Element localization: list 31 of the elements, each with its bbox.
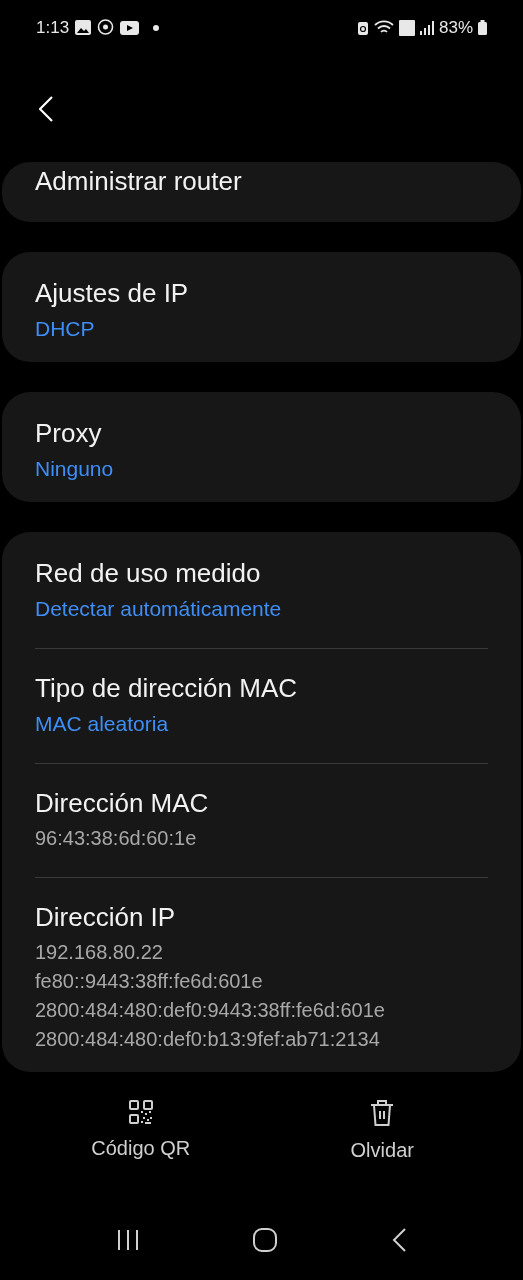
setting-value: Detectar automáticamente (35, 596, 283, 622)
video-notification-icon (120, 20, 140, 35)
gallery-notification-icon (75, 20, 92, 35)
setting-title[interactable]: Administrar router (35, 164, 488, 198)
action-button[interactable]: Olvidar (302, 1099, 463, 1165)
action-button[interactable]: Código QR (60, 1099, 221, 1165)
clock-time: 1:13 (36, 16, 70, 39)
setting-title[interactable]: Proxy (35, 416, 488, 450)
setting-value: Ninguno (35, 456, 115, 482)
signal-icon (419, 20, 434, 35)
setting-value: DHCP (35, 316, 96, 342)
setting-title[interactable]: Tipo de dirección MAC (35, 671, 488, 705)
setting-title[interactable]: Ajustes de IP (35, 276, 488, 310)
setting-value: 2800:484:480:def0:9443:38ff:fe6d:601e (35, 998, 386, 1023)
setting-value: 2800:484:480:def0:b13:9fef:ab71:2134 (35, 1027, 381, 1052)
battery-icon (478, 20, 487, 35)
home-icon[interactable] (253, 1228, 278, 1252)
setting-value: 192.168.80.22 (35, 940, 164, 965)
back-icon (39, 95, 53, 122)
setting-title[interactable]: Dirección MAC (35, 786, 488, 820)
setting-value: fe80::9443:38ff:fe6d:601e (35, 969, 264, 994)
battery-percentage: 83% (438, 16, 473, 39)
setting-title[interactable]: Red de uso medido (35, 556, 488, 590)
back-icon[interactable] (391, 1228, 406, 1252)
setting-title[interactable]: Dirección IP (35, 900, 488, 934)
qr-code-icon (127, 1099, 154, 1125)
setting-value: 96:43:38:6d:60:1e (35, 826, 198, 851)
recent-apps-icon[interactable] (117, 1230, 140, 1250)
trash-icon (369, 1099, 396, 1127)
setting-value: MAC aleatoria (35, 711, 170, 737)
dot-icon (153, 24, 160, 31)
